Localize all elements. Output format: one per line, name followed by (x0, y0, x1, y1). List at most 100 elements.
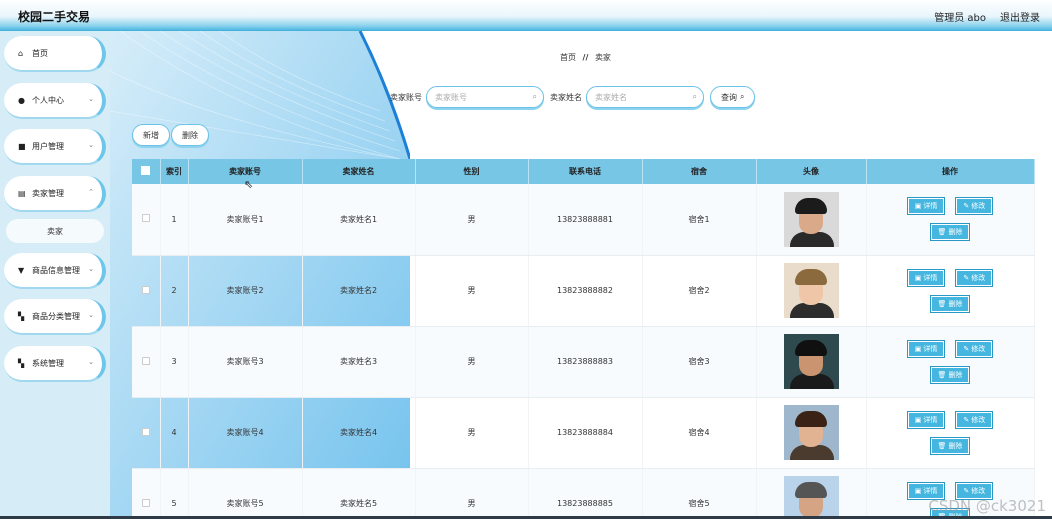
row-checkbox[interactable] (141, 427, 150, 436)
row-checkbox[interactable] (141, 285, 150, 294)
cell-avatar (756, 326, 867, 398)
add-button[interactable]: 新增 (132, 124, 170, 146)
avatar (783, 263, 839, 318)
sidebar-item-label: 商品信息管理 (32, 265, 80, 275)
logout-link[interactable]: 退出登录 (1000, 9, 1040, 24)
cell-gender: 男 (415, 255, 529, 327)
column-header: 卖家姓名 (302, 159, 416, 184)
cell-index: 5 (160, 468, 189, 519)
avatar (783, 334, 839, 389)
sidebar-item-system[interactable]: ▚ 系统管理 ⌄ (4, 346, 106, 382)
cell-name: 卖家姓名2 (302, 255, 416, 327)
delete-button[interactable]: 🗑删除 (929, 294, 971, 313)
cell-account: 卖家账号5 (188, 468, 303, 519)
table-row: 1 卖家账号1 卖家姓名1 男 13823888881 宿舍1 ▣ 详情 ✎ 修改 🗑 删除 (132, 184, 1035, 256)
edit-button[interactable]: ✎ 修改 (955, 268, 994, 287)
sidebar-item-label: 系统管理 (32, 358, 64, 368)
sidebar-subitem-seller[interactable]: 卖家 (6, 219, 104, 243)
table-row: 5卖家账号5卖家姓名5男13823888885宿舍5▣详情✎修改🗑删除 (132, 468, 1035, 519)
cell-name: 卖家姓名5 (302, 468, 416, 519)
row-checkbox[interactable] (141, 214, 150, 223)
cell-operations: ▣详情 ✎修改 🗑删除 (866, 184, 1035, 256)
avatar (783, 476, 839, 519)
chevron-up-icon: ⌃ (88, 188, 94, 196)
detail-icon: ▣ (914, 486, 922, 495)
row-select-cell (132, 397, 161, 469)
sidebar-item-goods-category[interactable]: ▚ 商品分类管理 ⌄ (4, 299, 106, 335)
delete-button[interactable]: 🗑删除 (929, 436, 971, 455)
cell-dorm: 宿舍5 (642, 468, 757, 519)
row-select-cell (132, 326, 161, 398)
cell-account: 卖家账号3 (188, 326, 303, 398)
delete-button[interactable]: 🗑删除 (929, 365, 971, 384)
list-icon: ▼ (18, 265, 25, 275)
detail-button[interactable]: ▣ 详情 (906, 268, 946, 287)
cell-account: 卖家账号2 (188, 255, 303, 327)
row-checkbox[interactable] (141, 498, 150, 507)
avatar (783, 191, 839, 247)
breadcrumb-separator: // (582, 53, 589, 62)
search-icon: ⌕ (532, 92, 537, 101)
mouse-cursor-icon: ⇖ (244, 178, 254, 191)
top-right: 管理员 abo 退出登录 (934, 9, 1040, 24)
cell-phone: 13823888881 (528, 184, 643, 256)
cell-phone: 13823888885 (528, 468, 643, 519)
sidebar-item-personal-center[interactable]: ● 个人中心 ⌄ (4, 83, 106, 119)
cell-operations: ▣详情 ✎修改 🗑删除 (866, 255, 1035, 327)
name-search-input[interactable]: 卖家姓名 ⌕ (586, 86, 704, 108)
batch-delete-button[interactable]: 删除 (171, 124, 209, 146)
breadcrumb-current: 卖家 (594, 53, 611, 62)
table-header-row: 索引 卖家账号 卖家姓名 性别 联系电话 宿舍 头像 操作 (132, 159, 1035, 184)
table-row: 4 卖家账号4 卖家姓名4 男 13823888884 宿舍4 ▣ 详情 ✎ 修改 🗑 删除 (132, 397, 1035, 469)
detail-icon: ▣ (914, 202, 922, 211)
chevron-down-icon: ⌄ (88, 141, 94, 149)
current-user: 管理员 abo (934, 13, 986, 24)
doc-icon: ▤ (18, 188, 26, 198)
query-button[interactable]: 查询 ⌕ (710, 86, 756, 108)
row-select-cell (132, 184, 161, 256)
cell-phone: 13823888884 (528, 397, 643, 469)
cell-gender: 男 (415, 468, 529, 519)
chevron-down-icon: ⌄ (88, 311, 94, 319)
cell-operations: ▣详情 ✎修改 🗑删除 (866, 397, 1035, 469)
cell-avatar (756, 184, 867, 256)
chevron-down-icon: ⌄ (88, 358, 94, 366)
column-header: 操作 (866, 159, 1035, 184)
detail-button[interactable]: ▣ 详情 (906, 197, 946, 216)
account-label: 卖家账号 (390, 92, 422, 102)
account-search-input[interactable]: 卖家账号 ⌕ (426, 86, 544, 108)
cell-avatar (756, 468, 867, 519)
cell-index: 2 (160, 255, 189, 327)
trash-icon: 🗑 (937, 299, 947, 308)
grid-icon: ▚ (18, 358, 25, 368)
trash-icon: 🗑 (937, 441, 947, 450)
sidebar-item-home[interactable]: ⌂ 首页 (4, 36, 106, 72)
sidebar-item-goods-info[interactable]: ▼ 商品信息管理 ⌄ (4, 253, 106, 289)
cell-dorm: 宿舍4 (642, 397, 757, 469)
cell-gender: 男 (415, 184, 529, 256)
trash-icon: 🗑 (937, 370, 947, 379)
cell-phone: 13823888883 (528, 326, 643, 398)
edit-button[interactable]: ✎ 修改 (955, 197, 994, 216)
edit-button[interactable]: ✎ 修改 (955, 410, 994, 429)
column-header: 索引 (160, 159, 189, 184)
detail-button[interactable]: ▣ 详情 (906, 410, 946, 429)
select-all-checkbox[interactable] (141, 166, 151, 175)
sidebar-item-user-management[interactable]: ■ 用户管理 ⌄ (4, 129, 106, 165)
breadcrumb-home[interactable]: 首页 (560, 53, 576, 62)
search-bar: 卖家账号 卖家账号 ⌕ 卖家姓名 卖家姓名 ⌕ 查询 ⌕ (390, 86, 756, 108)
column-header: 性别 (415, 159, 529, 184)
column-header: 头像 (756, 159, 867, 184)
row-checkbox[interactable] (141, 356, 150, 365)
search-icon: ⌕ (740, 92, 745, 101)
cell-index: 1 (160, 184, 189, 256)
detail-button[interactable]: ▣ 详情 (906, 339, 946, 358)
cell-dorm: 宿舍2 (642, 255, 757, 327)
delete-button[interactable]: 🗑删除 (929, 223, 971, 242)
select-all-header[interactable] (132, 159, 161, 184)
sidebar-item-seller-management[interactable]: ▤ 卖家管理 ⌃ (4, 176, 106, 212)
edit-button[interactable]: ✎ 修改 (955, 339, 994, 358)
edit-icon: ✎ (963, 202, 970, 211)
avatar (783, 405, 839, 460)
watermark: CSDN @ck3021 (928, 497, 1046, 515)
